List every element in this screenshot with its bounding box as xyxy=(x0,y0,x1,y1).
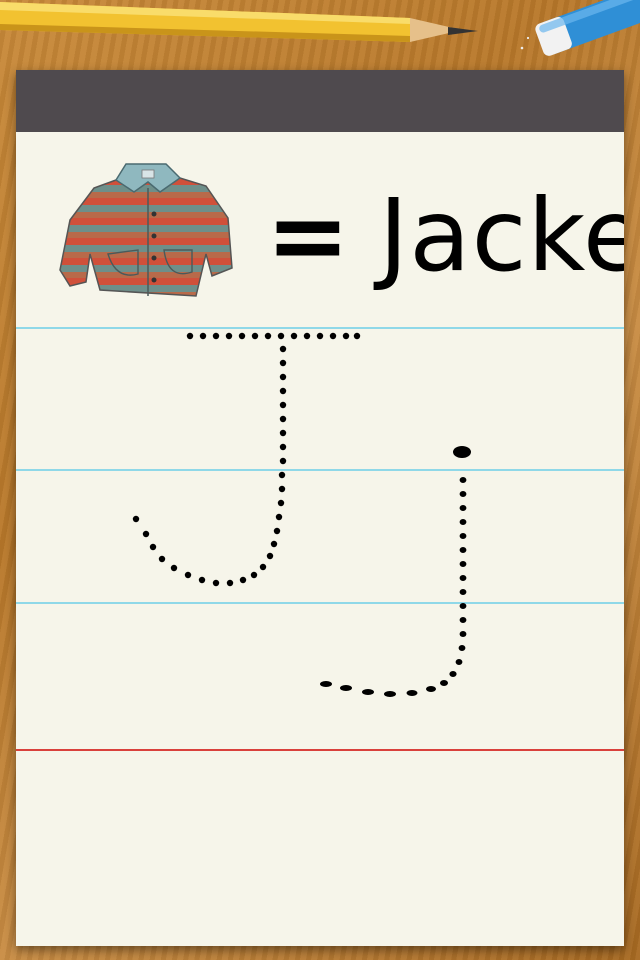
letter-trace-area[interactable] xyxy=(16,70,624,946)
tracing-notepad: = Jacket xyxy=(16,70,624,946)
eraser-icon[interactable] xyxy=(520,0,640,60)
pencil-icon[interactable] xyxy=(0,0,480,60)
uppercase-j-trace xyxy=(132,332,361,587)
lowercase-j-trace xyxy=(320,446,471,697)
